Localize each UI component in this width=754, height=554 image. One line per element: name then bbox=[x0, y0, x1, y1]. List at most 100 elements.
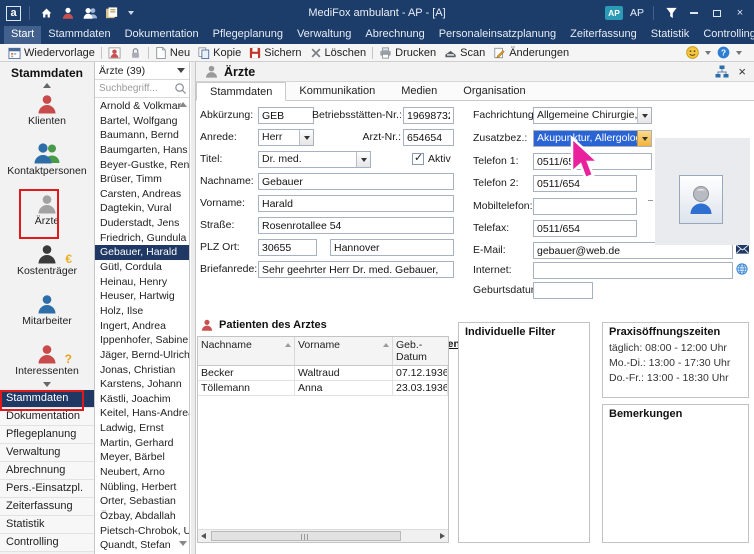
vorname-field[interactable] bbox=[258, 195, 454, 212]
list-item[interactable]: Ladwig, Ernst bbox=[95, 421, 189, 436]
internet-field[interactable] bbox=[533, 262, 733, 279]
sichern-button[interactable]: Sichern bbox=[245, 45, 305, 61]
anrede-dropdown-icon[interactable] bbox=[299, 130, 313, 145]
menu-tab-personaleinsatzplanung[interactable]: Personaleinsatzplanung bbox=[432, 26, 563, 44]
scrollbar-thumb[interactable] bbox=[211, 531, 401, 541]
menu-tab-abrechnung[interactable]: Abrechnung bbox=[358, 26, 431, 44]
list-item[interactable]: Gütl, Cordula bbox=[95, 260, 189, 275]
smiley-caret-icon[interactable] bbox=[705, 51, 711, 55]
tab-kommunikation[interactable]: Kommunikation bbox=[286, 82, 388, 100]
list-item[interactable]: Ingert, Andrea bbox=[95, 319, 189, 334]
scroll-right-icon[interactable] bbox=[440, 533, 445, 539]
list-item[interactable]: Heuser, Hartwig bbox=[95, 289, 189, 304]
list-item[interactable]: Duderstadt, Jens bbox=[95, 216, 189, 231]
nachname-field[interactable] bbox=[258, 173, 454, 190]
nav-item-zeiterfassung[interactable]: Zeiterfassung bbox=[0, 498, 94, 516]
menu-tab-controlling[interactable]: Controlling bbox=[696, 26, 754, 44]
tab-stammdaten[interactable]: Stammdaten bbox=[196, 82, 286, 101]
photo-button[interactable] bbox=[679, 175, 723, 224]
nav-item-abrechnung[interactable]: Abrechnung bbox=[0, 462, 94, 480]
kopie-button[interactable]: Kopie bbox=[194, 45, 245, 61]
telefon1-field[interactable] bbox=[533, 153, 652, 170]
nav-item-pflegeplanung[interactable]: Pflegeplanung bbox=[0, 426, 94, 444]
column-header-geb-datum[interactable]: Geb.-Datum bbox=[393, 337, 448, 366]
list-item[interactable]: Baumgarten, Hans bbox=[95, 143, 189, 158]
clients-icon[interactable] bbox=[60, 6, 76, 20]
list-scroll-down-icon[interactable] bbox=[179, 541, 187, 546]
menu-tab-verwaltung[interactable]: Verwaltung bbox=[290, 26, 358, 44]
column-header-nachname[interactable]: Nachname bbox=[198, 337, 295, 366]
menu-tab-start[interactable]: Start bbox=[4, 26, 41, 44]
list-item[interactable]: Brüser, Timm bbox=[95, 172, 189, 187]
briefanrede-field[interactable] bbox=[258, 261, 454, 278]
minimize-button[interactable] bbox=[686, 6, 702, 20]
menu-tab-zeiterfassung[interactable]: Zeiterfassung bbox=[563, 26, 644, 44]
sidebar-item-interessenten[interactable]: ?Interessenten bbox=[0, 340, 94, 377]
titel-dropdown-icon[interactable] bbox=[356, 152, 370, 167]
sidebar-scroll-down-icon[interactable] bbox=[43, 382, 51, 387]
list-item[interactable]: Nübling, Herbert bbox=[95, 480, 189, 495]
help-caret-icon[interactable] bbox=[736, 51, 742, 55]
geburtsdatum-field[interactable] bbox=[533, 282, 593, 299]
strasse-field[interactable] bbox=[258, 217, 454, 234]
list-dropdown-icon[interactable] bbox=[177, 68, 185, 73]
list-item[interactable]: Kästli, Joachim bbox=[95, 392, 189, 407]
löschen-button[interactable]: Löschen bbox=[306, 45, 371, 61]
list-item[interactable]: Orter, Sebastian bbox=[95, 494, 189, 509]
menu-tab-dokumentation[interactable]: Dokumentation bbox=[118, 26, 206, 44]
zusatzbez-dropdown-icon[interactable] bbox=[637, 131, 651, 146]
person-card-icon-button[interactable] bbox=[104, 45, 125, 61]
close-button[interactable]: × bbox=[732, 6, 748, 20]
doctor-list-header[interactable]: Ärzte (39) bbox=[95, 62, 189, 80]
list-item[interactable]: Arnold & Volkmar bbox=[95, 99, 189, 114]
drucken-button[interactable]: Drucken bbox=[375, 45, 440, 61]
nav-item-dokumentation[interactable]: Dokumentation bbox=[0, 408, 94, 426]
list-item[interactable]: Meyer, Bärbel bbox=[95, 450, 189, 465]
telefon2-field[interactable] bbox=[533, 175, 637, 192]
envelope-icon[interactable] bbox=[736, 244, 749, 254]
aktiv-checkbox[interactable]: Aktiv bbox=[412, 153, 451, 165]
list-item[interactable]: Jonas, Christian bbox=[95, 363, 189, 378]
sidebar-item-kostenträger[interactable]: €Kostenträger bbox=[0, 240, 94, 277]
ort-field[interactable] bbox=[330, 239, 454, 256]
sidebar-item-ärzte[interactable]: Ärzte bbox=[0, 190, 94, 227]
abkuerzung-field[interactable] bbox=[258, 107, 314, 124]
scan-button[interactable]: Scan bbox=[440, 45, 489, 61]
contacts-icon[interactable] bbox=[82, 6, 98, 20]
list-item[interactable]: Pietsch-Chrobok, Ulrich bbox=[95, 524, 189, 539]
panel-close-icon[interactable]: × bbox=[738, 65, 746, 78]
padlock-icon-button[interactable] bbox=[125, 45, 146, 61]
telefax-field[interactable] bbox=[533, 220, 637, 237]
column-header-vorname[interactable]: Vorname bbox=[295, 337, 393, 366]
list-item[interactable]: Friedrich, Gundula bbox=[95, 231, 189, 246]
table-row[interactable]: BeckerWaltraud07.12.1936 bbox=[198, 366, 448, 381]
list-item[interactable]: Holz, Ilse bbox=[95, 304, 189, 319]
mobiltelefon-field[interactable] bbox=[533, 198, 637, 215]
sidebar-item-klienten[interactable]: Klienten bbox=[0, 90, 94, 127]
fachrichtung-dropdown-icon[interactable] bbox=[637, 108, 651, 123]
list-item[interactable]: Dagtekin, Vural bbox=[95, 201, 189, 216]
nav-item-stammdaten[interactable]: Stammdaten bbox=[0, 390, 94, 408]
nav-item-statistik[interactable]: Statistik bbox=[0, 516, 94, 534]
sidebar-item-kontaktpersonen[interactable]: Kontaktpersonen bbox=[0, 140, 94, 177]
list-item[interactable]: Bartel, Wolfgang bbox=[95, 114, 189, 129]
list-item[interactable]: Gebauer, Harald bbox=[95, 245, 189, 260]
tab-organisation[interactable]: Organisation bbox=[450, 82, 538, 100]
betriebsstaetten-field[interactable] bbox=[403, 107, 454, 124]
nav-item-pers-einsatzpl[interactable]: Pers.-Einsatzpl. bbox=[0, 480, 94, 498]
smiley-feedback-icon[interactable] bbox=[686, 46, 699, 59]
list-item[interactable]: Beyer-Gustke, Renate bbox=[95, 158, 189, 173]
list-scroll-up-icon[interactable] bbox=[179, 102, 187, 107]
plz-field[interactable] bbox=[258, 239, 317, 256]
anrede-select[interactable]: Herr bbox=[258, 129, 314, 146]
globe-icon[interactable] bbox=[736, 263, 748, 275]
fachrichtung-select[interactable]: Allgemeine Chirurgie, All bbox=[533, 107, 652, 124]
sidebar-scroll-up-icon[interactable] bbox=[43, 83, 51, 88]
list-item[interactable]: Ippenhofer, Sabine bbox=[95, 333, 189, 348]
list-item[interactable]: Jäger, Bernd-Ulrich bbox=[95, 348, 189, 363]
zusatzbez-select[interactable]: Akupunktur, Allergologie bbox=[533, 130, 652, 147]
menu-tab-pflegeplanung[interactable]: Pflegeplanung bbox=[206, 26, 290, 44]
maximize-button[interactable] bbox=[709, 6, 725, 20]
tab-medien[interactable]: Medien bbox=[388, 82, 450, 100]
quick-access-caret-icon[interactable] bbox=[128, 11, 134, 15]
